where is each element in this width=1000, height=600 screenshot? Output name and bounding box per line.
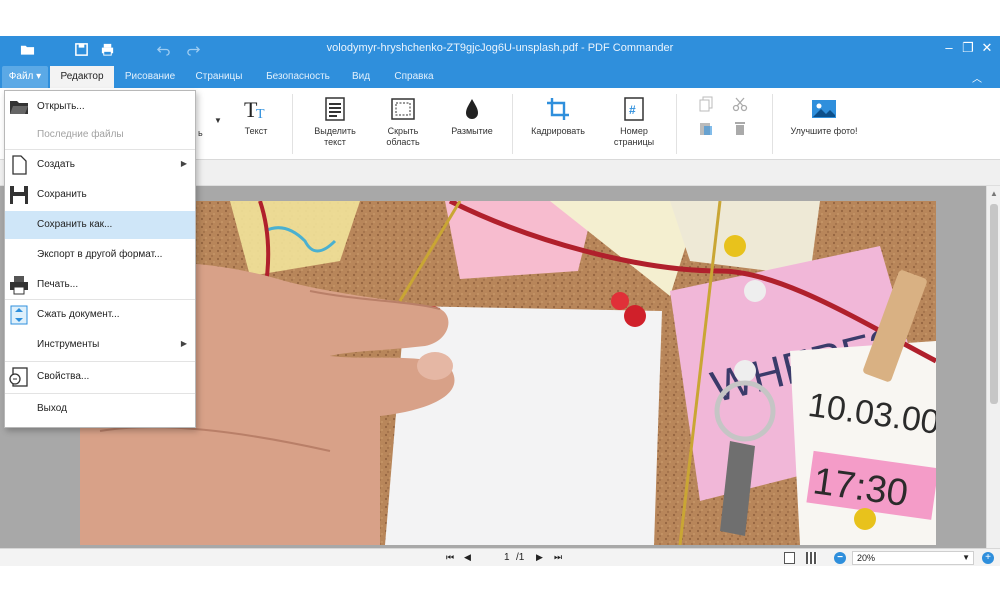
pdf-page-image: WHERE? 10.03.00 17:30 xyxy=(80,201,936,545)
prev-page-button[interactable]: ◀ xyxy=(464,552,471,563)
blur-label: Размытие xyxy=(451,126,493,136)
menu-item-open[interactable]: Открыть... xyxy=(5,93,195,121)
menu-item-save[interactable]: Сохранить xyxy=(5,181,195,209)
hide-area-label: Скрыть область xyxy=(386,126,420,147)
menu-divider xyxy=(5,149,195,150)
zoom-value: 20% xyxy=(857,553,876,563)
paste-icon[interactable] xyxy=(698,120,714,141)
crop-button[interactable]: Кадрировать xyxy=(524,96,592,137)
text-tool-button[interactable]: TT Текст xyxy=(236,96,276,137)
menu-item-print[interactable]: Печать... xyxy=(5,271,195,299)
menu-item-export[interactable]: Экспорт в другой формат... xyxy=(5,241,195,269)
menu-item-save-as[interactable]: Сохранить как... xyxy=(5,211,195,239)
chevron-down-icon[interactable]: ▼ xyxy=(214,116,222,125)
printer-icon xyxy=(10,276,28,295)
menu-divider xyxy=(5,299,195,300)
window-title: volodymyr-hryshchenko-ZT9gjcJog6U-unspla… xyxy=(326,42,674,54)
ribbon-divider xyxy=(676,94,677,154)
tab-help[interactable]: Справка xyxy=(386,66,442,88)
tab-editor[interactable]: Редактор xyxy=(50,66,114,88)
menu-item-compress[interactable]: Сжать документ... xyxy=(5,301,195,329)
partial-tool-label: ь xyxy=(198,128,203,138)
highlight-text-label: Выделить текст xyxy=(314,126,356,147)
crop-label: Кадрировать xyxy=(531,126,585,136)
page-number-icon: # xyxy=(621,96,647,122)
minimize-button[interactable]: – xyxy=(942,40,956,56)
blur-button[interactable]: Размытие xyxy=(444,96,500,137)
page-number-label: Номер страницы xyxy=(613,126,655,147)
collapse-ribbon-icon[interactable]: ︿ xyxy=(972,70,982,85)
enhance-photo-icon xyxy=(811,96,837,122)
menu-divider xyxy=(5,361,195,362)
vertical-scrollbar[interactable]: ▲ xyxy=(986,186,1000,548)
hide-area-icon xyxy=(390,96,416,122)
new-document-icon xyxy=(12,155,27,175)
trash-icon[interactable] xyxy=(732,120,748,141)
tab-file[interactable]: Файл ▾ xyxy=(2,66,48,88)
submenu-arrow-icon: ▶ xyxy=(180,339,187,348)
menu-item-recent[interactable]: Последние файлы xyxy=(5,121,195,149)
blur-icon xyxy=(459,96,485,122)
crop-icon xyxy=(545,96,571,122)
scissors-icon[interactable] xyxy=(732,96,748,117)
svg-text:#: # xyxy=(629,103,636,117)
next-page-button[interactable]: ▶ xyxy=(536,552,543,563)
zoom-select[interactable]: 20% ▼ xyxy=(852,551,974,565)
tab-security[interactable]: Безопасность xyxy=(258,66,338,88)
scroll-thumb[interactable] xyxy=(990,204,998,404)
file-menu-dropdown: Открыть... Последние файлы Создать ▶ Сох… xyxy=(4,90,196,428)
hide-area-button[interactable]: Скрыть область xyxy=(376,96,430,148)
current-page-field[interactable]: 1 xyxy=(504,552,510,563)
maximize-button[interactable]: ❐ xyxy=(961,40,975,56)
enhance-photo-label: Улучшите фото! xyxy=(790,126,858,136)
menu-divider xyxy=(5,393,195,394)
properties-icon xyxy=(9,367,28,387)
corkboard-photo: WHERE? 10.03.00 17:30 xyxy=(80,201,936,545)
first-page-button[interactable]: ⏮ xyxy=(446,552,454,563)
chevron-down-icon: ▼ xyxy=(962,553,970,562)
grid-view-icon[interactable] xyxy=(806,552,817,564)
zoom-in-button[interactable]: + xyxy=(982,552,994,564)
tab-drawing[interactable]: Рисование xyxy=(118,66,182,88)
app-window: volodymyr-hryshchenko-ZT9gjcJog6U-unspla… xyxy=(0,36,1000,566)
total-pages-label: /1 xyxy=(516,552,525,563)
ribbon-divider xyxy=(292,94,293,154)
status-bar: ⏮ ◀ 1 /1 ▶ ⏭ − 20% ▼ + xyxy=(0,548,1000,566)
title-bar: volodymyr-hryshchenko-ZT9gjcJog6U-unspla… xyxy=(0,36,1000,62)
menu-item-tools[interactable]: Инструменты ▶ xyxy=(5,331,195,359)
zoom-out-button[interactable]: − xyxy=(834,552,846,564)
last-page-button[interactable]: ⏭ xyxy=(554,552,562,563)
scroll-up-icon[interactable]: ▲ xyxy=(990,189,998,198)
menu-item-properties[interactable]: Свойства... xyxy=(5,363,195,391)
highlight-text-button[interactable]: Выделить текст xyxy=(306,96,364,148)
tab-pages[interactable]: Страницы xyxy=(188,66,250,88)
menu-item-exit[interactable]: Выход xyxy=(5,395,195,423)
copy-icon[interactable] xyxy=(698,96,714,117)
ribbon-divider xyxy=(772,94,773,154)
text-icon: TT xyxy=(243,96,269,122)
menu-item-create[interactable]: Создать ▶ xyxy=(5,151,195,179)
svg-text:T: T xyxy=(256,107,265,122)
single-page-view-icon[interactable] xyxy=(784,552,795,564)
text-tool-label: Текст xyxy=(244,126,268,136)
save-icon xyxy=(10,186,28,204)
enhance-photo-button[interactable]: Улучшите фото! xyxy=(784,96,864,137)
compress-icon xyxy=(10,305,28,325)
highlight-text-icon xyxy=(322,96,348,122)
menu-bar: Файл ▾ Редактор Рисование Страницы Безоп… xyxy=(0,62,1000,88)
submenu-arrow-icon: ▶ xyxy=(180,159,187,168)
open-folder-icon xyxy=(10,101,28,114)
ribbon-divider xyxy=(512,94,513,154)
tab-view[interactable]: Вид xyxy=(346,66,376,88)
close-button[interactable]: ✕ xyxy=(980,40,994,56)
page-number-button[interactable]: # Номер страницы xyxy=(604,96,664,148)
